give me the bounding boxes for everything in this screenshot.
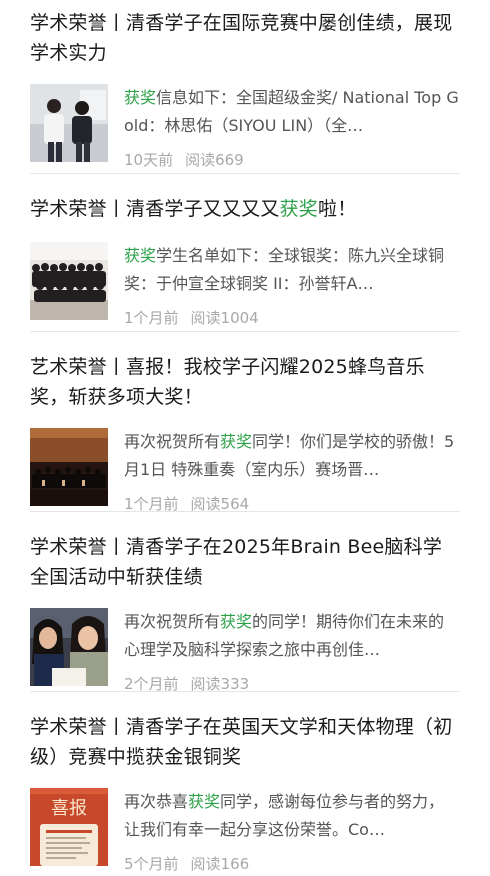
read-count: 阅读669 bbox=[185, 151, 244, 169]
keyword-highlight: 获奖 bbox=[124, 88, 157, 107]
good-news-poster-thumbnail[interactable]: 喜报 bbox=[30, 788, 108, 866]
article-body: 再次祝贺所有获奖的同学！期待你们在未来的心理学及脑科学探索之旅中再创佳… 2个月… bbox=[30, 608, 460, 694]
article-meta: 1个月前 阅读1004 bbox=[124, 308, 460, 328]
article-item[interactable]: 学术荣誉丨清香学子又又又又获奖啦！ 获奖学生名单如下：全球银奖：陈九兴全球铜奖：… bbox=[0, 174, 490, 332]
summary-text: 学生名单如下：全球银奖：陈九兴全球铜奖：于仲宣全球铜奖 II：孙誉轩A… bbox=[124, 246, 445, 293]
read-count: 阅读166 bbox=[190, 855, 250, 873]
article-meta: 10天前 阅读669 bbox=[124, 150, 460, 170]
students-writing-photo bbox=[30, 608, 108, 686]
keyword-highlight: 获奖 bbox=[220, 612, 253, 631]
students-writing-photo-thumbnail[interactable] bbox=[30, 608, 108, 686]
summary-text: 再次祝贺所有 bbox=[124, 432, 221, 451]
article-summary: 再次祝贺所有获奖同学！你们是学校的骄傲！5月1日 特殊重奏（室内乐）赛场晋… bbox=[124, 428, 460, 484]
read-count: 阅读1004 bbox=[190, 309, 259, 327]
summary-text: 再次恭喜 bbox=[124, 792, 189, 811]
article-info: 获奖信息如下：全国超级金奖/ National Top Gold：林思佑（SIY… bbox=[124, 84, 460, 170]
article-item[interactable]: 艺术荣誉丨喜报！我校学子闪耀2025蜂鸟音乐奖，斩获多项大奖！ 再次祝贺所有获奖… bbox=[0, 332, 490, 514]
article-summary: 再次祝贺所有获奖的同学！期待你们在未来的心理学及脑科学探索之旅中再创佳… bbox=[124, 608, 460, 664]
article-title[interactable]: 学术荣誉丨清香学子在2025年Brain Bee脑科学全国活动中斩获佳绩 bbox=[30, 532, 460, 592]
article-title[interactable]: 学术荣誉丨清香学子又又又又获奖啦！ bbox=[30, 194, 460, 224]
students-presenting-photo bbox=[30, 84, 108, 162]
poster-title: 喜报 bbox=[51, 798, 87, 819]
orchestra-photo bbox=[30, 428, 108, 506]
group-photo-thumbnail[interactable] bbox=[30, 242, 108, 320]
summary-text: 再次祝贺所有 bbox=[124, 612, 221, 631]
article-item[interactable]: 学术荣誉丨清香学子在英国天文学和天体物理（初级）竞赛中揽获金银铜奖 喜报 再次恭… bbox=[0, 692, 490, 876]
orchestra-photo-thumbnail[interactable] bbox=[30, 428, 108, 506]
article-summary: 获奖信息如下：全国超级金奖/ National Top Gold：林思佑（SIY… bbox=[124, 84, 460, 140]
keyword-highlight: 获奖 bbox=[124, 246, 157, 265]
keyword-highlight: 获奖 bbox=[220, 432, 253, 451]
good-news-poster: 喜报 bbox=[30, 788, 108, 866]
keyword-highlight: 获奖 bbox=[188, 792, 221, 811]
article-title[interactable]: 学术荣誉丨清香学子在国际竞赛中屡创佳绩，展现学术实力 bbox=[30, 8, 460, 68]
article-item[interactable]: 学术荣誉丨清香学子在2025年Brain Bee脑科学全国活动中斩获佳绩 再次祝… bbox=[0, 512, 490, 694]
students-presenting-photo-thumbnail[interactable] bbox=[30, 84, 108, 162]
group-photo bbox=[30, 242, 108, 320]
article-title[interactable]: 学术荣誉丨清香学子在英国天文学和天体物理（初级）竞赛中揽获金银铜奖 bbox=[30, 712, 460, 772]
article-item[interactable]: 学术荣誉丨清香学子在国际竞赛中屡创佳绩，展现学术实力 获奖信息如下：全国超级金奖… bbox=[0, 0, 490, 174]
keyword-highlight: 获奖 bbox=[279, 198, 319, 220]
title-text: 啦！ bbox=[318, 198, 357, 220]
publish-time: 5个月前 bbox=[124, 855, 179, 873]
article-summary: 再次恭喜获奖同学，感谢每位参与者的努力，让我们有幸一起分享这份荣誉。Co… bbox=[124, 788, 460, 844]
article-body: 再次祝贺所有获奖同学！你们是学校的骄傲！5月1日 特殊重奏（室内乐）赛场晋… 1… bbox=[30, 428, 460, 514]
article-summary: 获奖学生名单如下：全球银奖：陈九兴全球铜奖：于仲宣全球铜奖 II：孙誉轩A… bbox=[124, 242, 460, 298]
article-body: 获奖信息如下：全国超级金奖/ National Top Gold：林思佑（SIY… bbox=[30, 84, 460, 170]
article-body: 喜报 再次恭喜获奖同学，感谢每位参与者的努力，让我们有幸一起分享这份荣誉。Co…… bbox=[30, 788, 460, 874]
publish-time: 1个月前 bbox=[124, 309, 179, 327]
title-text: 学术荣誉丨清香学子又又又又 bbox=[30, 198, 280, 220]
publish-time: 10天前 bbox=[124, 151, 174, 169]
article-info: 再次恭喜获奖同学，感谢每位参与者的努力，让我们有幸一起分享这份荣誉。Co… 5个… bbox=[124, 788, 460, 874]
article-meta: 5个月前 阅读166 bbox=[124, 854, 460, 874]
article-title[interactable]: 艺术荣誉丨喜报！我校学子闪耀2025蜂鸟音乐奖，斩获多项大奖！ bbox=[30, 352, 460, 412]
summary-text: 信息如下：全国超级金奖/ National Top Gold：林思佑（SIYOU… bbox=[124, 88, 459, 135]
article-feed: 学术荣誉丨清香学子在国际竞赛中屡创佳绩，展现学术实力 获奖信息如下：全国超级金奖… bbox=[0, 0, 490, 876]
article-info: 再次祝贺所有获奖同学！你们是学校的骄傲！5月1日 特殊重奏（室内乐）赛场晋… 1… bbox=[124, 428, 460, 514]
article-body: 获奖学生名单如下：全球银奖：陈九兴全球铜奖：于仲宣全球铜奖 II：孙誉轩A… 1… bbox=[30, 242, 460, 328]
article-info: 获奖学生名单如下：全球银奖：陈九兴全球铜奖：于仲宣全球铜奖 II：孙誉轩A… 1… bbox=[124, 242, 460, 328]
article-info: 再次祝贺所有获奖的同学！期待你们在未来的心理学及脑科学探索之旅中再创佳… 2个月… bbox=[124, 608, 460, 694]
